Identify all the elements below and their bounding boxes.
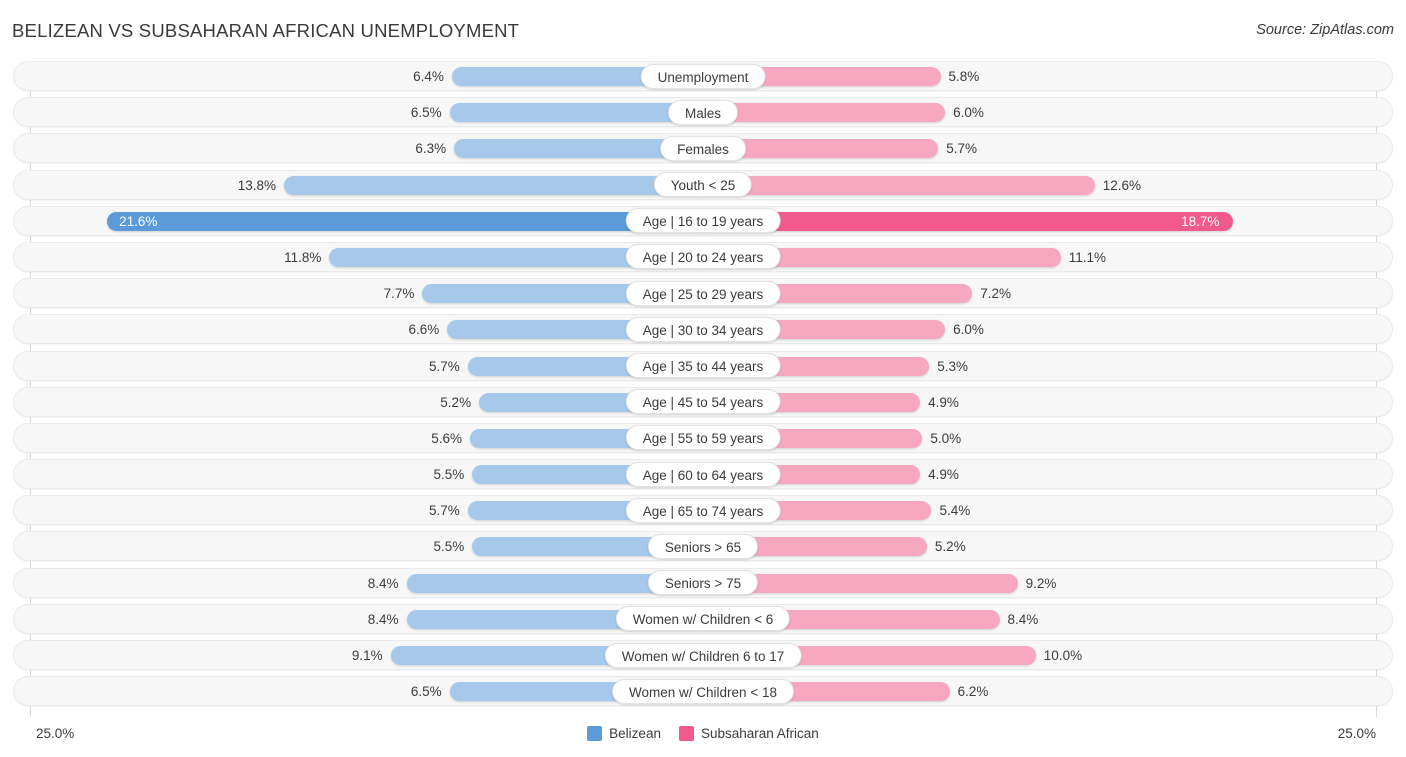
chart-row: 8.4% 8.4% Women w/ Children < 6 <box>0 601 1406 637</box>
category-label[interactable]: Age | 20 to 24 years <box>625 244 781 270</box>
chart-row: 6.5% 6.0% Males <box>0 94 1406 130</box>
value-label-subsaharan-african: 5.3% <box>937 358 968 374</box>
value-label-subsaharan-african: 5.4% <box>939 503 971 519</box>
category-label[interactable]: Females <box>660 135 746 161</box>
value-label-subsaharan-african: 10.0% <box>1043 648 1083 663</box>
legend-swatch-belizean <box>587 726 603 741</box>
value-label-belizean: 8.4% <box>367 611 399 627</box>
value-label-belizean: 5.7% <box>428 358 460 374</box>
value-label-subsaharan-african: 5.2% <box>934 539 966 555</box>
source-attribution: Source: ZipAtlas.com <box>1256 22 1394 38</box>
value-label-subsaharan-african: 4.9% <box>928 394 959 410</box>
value-label-belizean: 5.7% <box>428 503 460 519</box>
chart-row: 6.4% 5.8% Unemployment <box>0 58 1406 94</box>
value-label-subsaharan-african: 6.2% <box>957 684 989 700</box>
value-label-subsaharan-african: 6.0% <box>953 322 984 338</box>
chart-rows: 6.4% 5.8% Unemployment 6.5% 6.0% Males 6.3% 5.7… <box>0 58 1406 709</box>
bar-subsaharan-african[interactable] <box>703 103 946 123</box>
value-label-belizean: 9.1% <box>351 648 383 663</box>
chart-row: 9.1% 10.0% Women w/ Children 6 to 17 <box>0 637 1406 673</box>
category-label[interactable]: Age | 30 to 34 years <box>625 316 781 342</box>
chart-row: 13.8% 12.6% Youth < 25 <box>0 167 1406 203</box>
value-label-belizean: 5.5% <box>433 467 465 483</box>
value-label-belizean: 6.6% <box>408 322 440 338</box>
chart-row: 7.7% 7.2% Age | 25 to 29 years <box>0 275 1406 311</box>
value-label-belizean: 11.8% <box>284 249 322 265</box>
legend-label-belizean: Belizean <box>609 726 661 741</box>
axis-max-right: 25.0% <box>1337 726 1376 741</box>
value-label-subsaharan-african: 9.2% <box>1025 575 1057 591</box>
bar-subsaharan-african[interactable] <box>703 211 1234 231</box>
value-label-belizean: 6.3% <box>415 141 447 157</box>
bar-belizean[interactable] <box>284 175 703 195</box>
chart-row: 5.6% 5.0% Age | 55 to 59 years <box>0 420 1406 456</box>
chart-plot-area: 6.4% 5.8% Unemployment 6.5% 6.0% Males 6.3% 5.7… <box>0 58 1406 718</box>
chart-footer: 25.0% Belizean Subsaharan African 25.0% <box>0 718 1406 757</box>
value-label-belizean: 6.5% <box>410 105 442 121</box>
value-label-belizean: 6.5% <box>410 684 442 700</box>
value-label-belizean: 5.5% <box>433 539 465 555</box>
chart-header: BELIZEAN VS SUBSAHARAN AFRICAN UNEMPLOYM… <box>0 0 1406 58</box>
category-label[interactable]: Seniors > 75 <box>647 570 759 596</box>
value-label-belizean: 6.4% <box>413 69 444 84</box>
category-label[interactable]: Age | 45 to 54 years <box>625 389 781 415</box>
category-label[interactable]: Age | 65 to 74 years <box>625 497 781 523</box>
value-label-subsaharan-african: 5.7% <box>946 141 978 157</box>
legend-item-belizean[interactable]: Belizean <box>587 726 661 741</box>
category-label[interactable]: Age | 16 to 19 years <box>625 208 781 234</box>
legend-label-subsaharan-african: Subsaharan African <box>700 726 819 741</box>
legend-swatch-subsaharan-african <box>678 726 694 741</box>
value-label-subsaharan-african: 5.0% <box>930 430 962 446</box>
category-label[interactable]: Women w/ Children 6 to 17 <box>604 642 802 668</box>
value-label-belizean: 7.7% <box>383 286 415 302</box>
category-label[interactable]: Age | 60 to 64 years <box>625 461 781 487</box>
value-label-belizean: 13.8% <box>237 177 277 193</box>
bar-subsaharan-african[interactable] <box>703 175 1095 195</box>
category-label[interactable]: Age | 55 to 59 years <box>625 425 781 451</box>
category-label[interactable]: Women w/ Children < 6 <box>615 606 791 632</box>
value-label-subsaharan-african: 5.8% <box>948 69 980 84</box>
value-label-belizean: 8.4% <box>367 575 399 591</box>
bar-belizean[interactable] <box>449 103 703 123</box>
chart-legend: Belizean Subsaharan African <box>0 726 1406 741</box>
category-label[interactable]: Age | 25 to 29 years <box>625 280 781 306</box>
category-label[interactable]: Women w/ Children < 18 <box>612 678 794 704</box>
chart-row: 5.5% 5.2% Seniors > 65 <box>0 528 1406 564</box>
chart-row: 11.8% 11.1% Age | 20 to 24 years <box>0 239 1406 275</box>
chart-row: 21.6% 18.7% Age | 16 to 19 years <box>0 203 1406 239</box>
value-label-subsaharan-african: 11.1% <box>1068 249 1107 265</box>
value-label-subsaharan-african: 6.0% <box>953 105 984 121</box>
value-label-subsaharan-african: 4.9% <box>928 467 959 483</box>
chart-row: 5.2% 4.9% Age | 45 to 54 years <box>0 384 1406 420</box>
category-label[interactable]: Age | 35 to 44 years <box>625 353 781 378</box>
category-label[interactable]: Males <box>667 99 739 125</box>
category-label[interactable]: Unemployment <box>640 63 766 89</box>
category-label[interactable]: Youth < 25 <box>653 172 753 198</box>
chart-row: 6.5% 6.2% Women w/ Children < 18 <box>0 673 1406 709</box>
chart-row: 5.7% 5.3% Age | 35 to 44 years <box>0 348 1406 384</box>
chart-row: 6.6% 6.0% Age | 30 to 34 years <box>0 311 1406 347</box>
value-label-subsaharan-african: 7.2% <box>980 286 1012 302</box>
chart-row: 6.3% 5.7% Females <box>0 130 1406 166</box>
value-label-subsaharan-african: 18.7% <box>1181 213 1220 229</box>
value-label-subsaharan-african: 12.6% <box>1102 177 1142 193</box>
value-label-subsaharan-african: 8.4% <box>1007 611 1039 627</box>
chart-row: 5.7% 5.4% Age | 65 to 74 years <box>0 492 1406 528</box>
value-label-belizean: 21.6% <box>119 213 158 229</box>
chart-row: 8.4% 9.2% Seniors > 75 <box>0 565 1406 601</box>
bar-belizean[interactable] <box>107 211 703 231</box>
legend-item-subsaharan-african[interactable]: Subsaharan African <box>678 726 819 741</box>
chart-row: 5.5% 4.9% Age | 60 to 64 years <box>0 456 1406 492</box>
value-label-belizean: 5.2% <box>440 394 472 410</box>
category-label[interactable]: Seniors > 65 <box>647 533 759 559</box>
value-label-belizean: 5.6% <box>431 430 462 446</box>
page-title: BELIZEAN VS SUBSAHARAN AFRICAN UNEMPLOYM… <box>12 20 520 41</box>
